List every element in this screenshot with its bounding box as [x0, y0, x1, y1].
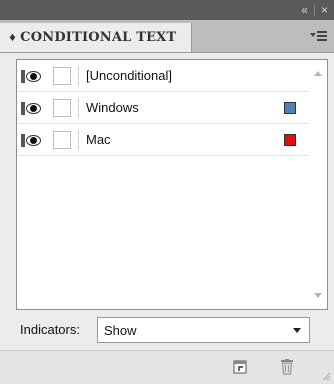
condition-label: [Unconditional] — [86, 68, 172, 83]
indicators-select[interactable]: Show — [97, 317, 310, 343]
condition-color-swatch — [284, 102, 296, 114]
scroll-up-icon[interactable] — [314, 71, 322, 76]
panel-bottom-bar — [0, 350, 334, 384]
panel-menu-icon[interactable] — [310, 29, 328, 43]
scroll-down-icon[interactable] — [314, 293, 322, 298]
panel-titlebar: « × — [0, 0, 334, 20]
indicators-value: Show — [104, 323, 137, 338]
conditional-text-panel: « × ♦ CONDITIONAL TEXT [Unconditional] Wi… — [0, 0, 334, 384]
panel-title: CONDITIONAL TEXT — [20, 30, 177, 45]
condition-row-unconditional[interactable]: [Unconditional] — [17, 60, 309, 92]
panel-tab-row: ♦ CONDITIONAL TEXT — [0, 20, 334, 53]
condition-checkbox[interactable] — [53, 67, 71, 85]
list-scrollbar[interactable] — [309, 60, 327, 309]
conditions-list: [Unconditional] Windows Mac — [16, 59, 328, 310]
tab-arrow-icon: ♦ — [8, 33, 18, 44]
close-icon[interactable]: × — [321, 3, 328, 17]
eye-icon[interactable] — [21, 134, 43, 147]
condition-row-mac[interactable]: Mac — [17, 124, 309, 156]
condition-label: Windows — [86, 100, 139, 115]
condition-checkbox[interactable] — [53, 99, 71, 117]
condition-label: Mac — [86, 132, 111, 147]
condition-color-swatch — [284, 134, 296, 146]
new-condition-icon[interactable] — [233, 360, 247, 374]
tab-conditional-text[interactable]: ♦ CONDITIONAL TEXT — [0, 23, 192, 52]
collapse-icon[interactable]: « — [301, 3, 308, 17]
delete-icon[interactable] — [281, 359, 293, 375]
condition-row-windows[interactable]: Windows — [17, 92, 309, 124]
condition-checkbox[interactable] — [53, 131, 71, 149]
indicators-label: Indicators: — [20, 322, 80, 337]
eye-icon[interactable] — [21, 102, 43, 115]
resize-grip-icon[interactable] — [321, 371, 331, 381]
dropdown-arrow-icon — [293, 328, 301, 333]
eye-icon[interactable] — [21, 70, 43, 83]
